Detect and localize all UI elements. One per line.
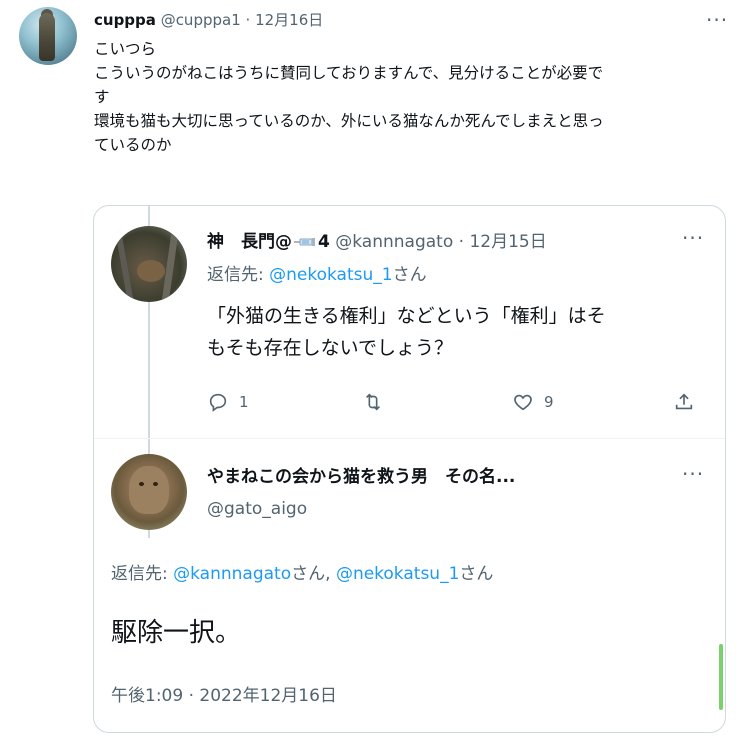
author-avatar[interactable] — [19, 7, 77, 65]
quoted-more-options-icon[interactable]: ··· — [682, 226, 704, 250]
reply-to-handle-link[interactable]: @kannnagato — [173, 564, 291, 584]
reply-to-mid: さん, — [291, 564, 336, 584]
like-button[interactable]: 9 — [512, 386, 554, 418]
reply-to-handle-link[interactable]: @nekokatsu_1 — [269, 265, 392, 285]
heart-icon — [514, 394, 532, 411]
thread-divider — [94, 438, 725, 439]
reply-tweet-text: 駆除一択。 — [111, 618, 242, 648]
share-button[interactable] — [673, 386, 695, 418]
header-separator: · — [240, 11, 256, 29]
reply-to-prefix: 返信先: — [207, 265, 270, 285]
reply-to-prefix: 返信先: — [111, 564, 174, 584]
avatar-cat — [129, 466, 169, 514]
thread-connector-line — [148, 206, 150, 228]
reply-author-avatar[interactable] — [111, 454, 187, 530]
quoted-author-avatar[interactable] — [111, 226, 187, 302]
tweet-line: こいつら — [94, 40, 157, 58]
tweet-line: ているのか — [94, 136, 172, 154]
reply-reply-to: 返信先: @kannnagatoさん, @nekokatsu_1さん — [111, 560, 493, 588]
tweet-line: こういうのがねこはうちに賛同しておりますんで、見分けることが必要で — [94, 64, 604, 82]
quoted-name-part: 4 — [318, 232, 330, 252]
reply-more-options-icon[interactable]: ··· — [682, 462, 704, 486]
quoted-date[interactable]: 12月15日 — [469, 232, 546, 252]
quoted-header: 神 長門@ 4 @kannnagato · 12月15日 — [207, 229, 547, 255]
avatar-tree-trunk — [114, 226, 134, 302]
quoted-text-line: もそも存在しないでしょう？ — [207, 337, 454, 359]
scroll-indicator — [719, 644, 723, 710]
retweet-button[interactable] — [362, 386, 384, 418]
tweet-header: cupppa @cupppa1 · 12月16日 — [94, 10, 323, 30]
syringe-emoji-icon — [294, 238, 315, 246]
more-options-icon[interactable]: ··· — [706, 8, 728, 32]
quoted-tweet-text: 「外猫の生きる権利」などという「権利」はそ もそも存在しないでしょう？ — [207, 300, 707, 364]
quoted-reply-to: 返信先: @nekokatsu_1さん — [207, 262, 427, 288]
quoted-separator: · — [453, 232, 470, 252]
quoted-author-name[interactable]: 神 長門@ 4 — [207, 232, 330, 252]
reply-author-name[interactable]: やまねこの会から猫を救う男 その名... — [207, 464, 515, 490]
reply-timestamp[interactable]: 午後1:09 · 2022年12月16日 — [111, 682, 337, 710]
reply-to-suffix: さん — [459, 564, 494, 584]
avatar-animal — [137, 260, 165, 282]
quoted-text-line: 「外猫の生きる権利」などという「権利」はそ — [207, 305, 606, 327]
retweet-icon — [365, 393, 381, 411]
author-name[interactable]: cupppa — [94, 11, 156, 29]
author-handle[interactable]: @cupppa1 — [161, 11, 241, 29]
avatar-tree-trunk — [161, 226, 180, 302]
avatar-cat-eye — [139, 482, 144, 486]
action-bar: 1 9 — [207, 386, 707, 418]
quoted-author-handle[interactable]: @kannnagato — [335, 232, 453, 252]
reply-author-handle[interactable]: @gato_aigo — [207, 496, 307, 522]
like-count: 9 — [544, 393, 554, 411]
tweet-date[interactable]: 12月16日 — [255, 11, 323, 29]
reply-button[interactable]: 1 — [207, 386, 249, 418]
reply-to-handle-link[interactable]: @nekokatsu_1 — [336, 564, 459, 584]
reply-count: 1 — [239, 393, 249, 411]
tweet-line: 環境も猫も大切に思っているのか、外にいる猫なんか死んでしまえと思っ — [94, 112, 604, 130]
quoted-thread-card[interactable]: 神 長門@ 4 @kannnagato · 12月15日 ··· 返信先: @ne… — [93, 205, 726, 733]
avatar-cat-eye — [153, 482, 158, 486]
reply-icon — [209, 393, 227, 412]
statue-figure — [39, 13, 55, 61]
reply-to-suffix: さん — [392, 265, 427, 285]
share-icon — [675, 393, 693, 410]
tweet-text: こいつら こういうのがねこはうちに賛同しておりますんで、見分けることが必要で す… — [94, 37, 724, 157]
tweet-line: す — [94, 88, 110, 106]
quoted-name-part: 神 長門@ — [207, 232, 292, 252]
